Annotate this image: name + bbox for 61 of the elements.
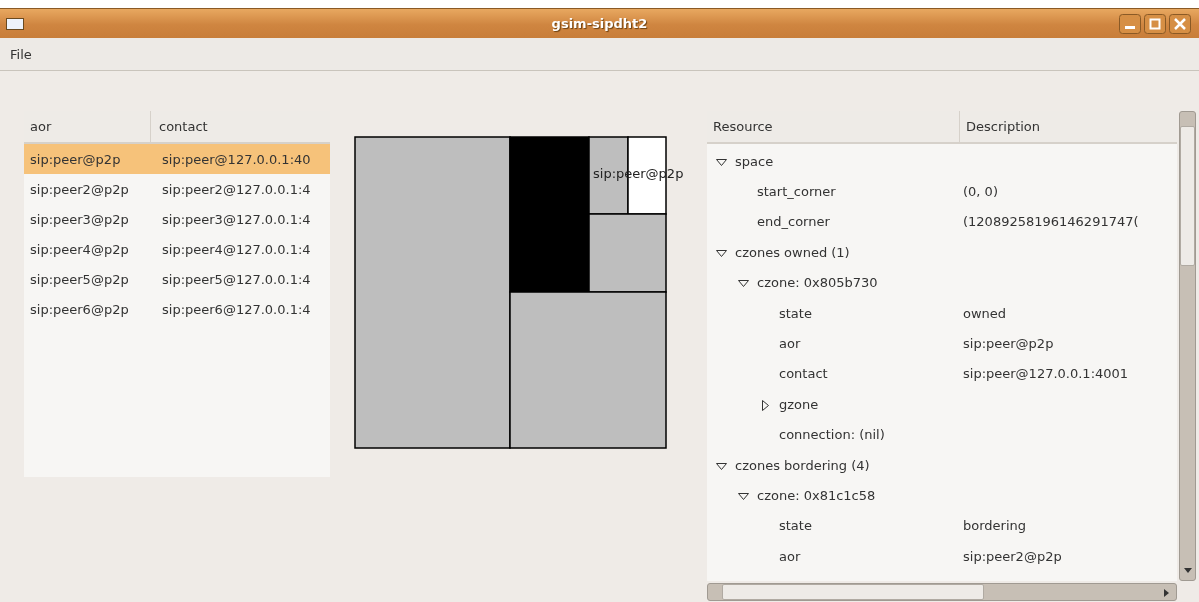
table-cell-text: sip:peer6@p2p (29, 301, 130, 317)
menu-item[interactable]: File (6, 46, 36, 62)
tree-item[interactable]: state (779, 518, 812, 534)
column-header[interactable]: contact (150, 111, 330, 142)
tree-item[interactable]: aor (779, 336, 801, 352)
maximize-button[interactable] (1144, 13, 1166, 34)
tree-cell: (0, 0) (963, 184, 998, 200)
window-title: gsim-sipdht2 (551, 16, 648, 31)
table-row[interactable]: sip:peer5@p2p sip:peer5@127.0.0.1:4 (24, 264, 330, 294)
minimize-button[interactable] (1119, 13, 1141, 34)
tree-item[interactable]: space (735, 153, 774, 169)
close-button[interactable] (1169, 13, 1191, 34)
scrollbar-thumb[interactable] (1180, 126, 1195, 266)
table-row[interactable]: sip:peer3@p2p sip:peer3@127.0.0.1:4 (24, 204, 330, 234)
tree-cell: (12089258196146291747( (963, 214, 1139, 230)
table-cell-text: sip:peer2@p2p (29, 181, 130, 197)
tree-item[interactable]: connection: (nil) (779, 427, 885, 443)
tree-cell: sip:peer@127.0.0.1:4001 (963, 366, 1129, 382)
table-row[interactable]: sip:peer4@p2p sip:peer4@127.0.0.1:4 (24, 234, 330, 264)
table-cell-text: sip:peer@p2p (29, 151, 122, 167)
tree-item[interactable]: contact (779, 366, 828, 382)
tree-item[interactable]: state (779, 305, 812, 321)
expanded-triangle-icon[interactable] (738, 491, 749, 502)
collapsed-triangle-icon[interactable] (760, 399, 771, 411)
expanded-triangle-icon[interactable] (716, 247, 727, 259)
table-cell-text: sip:peer5@p2p (29, 271, 130, 287)
window-icon (6, 17, 24, 30)
table-cell-text: sip:peer@127.0.0.1:40 (161, 151, 312, 167)
table-cell-text: sip:peer4@127.0.0.1:4 (161, 241, 312, 257)
table-row[interactable]: sip:peer@p2p sip:peer@127.0.0.1:40 (24, 144, 330, 174)
tree-item[interactable]: start_corner (757, 184, 836, 200)
scrollbar-thumb[interactable] (722, 584, 984, 600)
expanded-triangle-icon[interactable] (738, 278, 749, 290)
tree-item[interactable]: czone: 0x805b730 (757, 275, 878, 291)
tree-cell: bordering (963, 518, 1027, 534)
tree-item[interactable]: czones owned (1) (735, 244, 850, 260)
table-cell-text: sip:peer4@p2p (29, 241, 130, 257)
tree-item[interactable]: czone: 0x81c1c58 (757, 488, 876, 503)
expanded-triangle-icon[interactable] (716, 156, 727, 168)
table-cell-text: sip:peer2@127.0.0.1:4 (161, 181, 312, 197)
vertical-scrollbar[interactable] (1179, 111, 1196, 581)
tree-item[interactable]: czones bordering (4) (735, 457, 870, 473)
horizontal-scrollbar[interactable] (707, 583, 1177, 601)
tree-item[interactable]: gzone (779, 396, 819, 412)
table-cell-text: sip:peer3@p2p (29, 211, 130, 227)
scroll-right-icon[interactable] (1164, 589, 1170, 597)
table-row[interactable]: sip:peer6@p2p sip:peer6@127.0.0.1:4 (24, 294, 330, 324)
tree-item[interactable]: end_corner (757, 214, 830, 230)
expanded-triangle-icon[interactable] (716, 460, 727, 472)
column-header[interactable]: Description (959, 111, 1177, 142)
table-cell-text: sip:peer3@127.0.0.1:4 (161, 211, 312, 227)
column-header[interactable]: aor (24, 111, 150, 142)
table-cell-text: sip:peer5@127.0.0.1:4 (161, 271, 312, 287)
tree-cell: sip:peer@p2p (963, 336, 1054, 352)
tree-item[interactable]: aor (779, 548, 801, 564)
tree-cell: sip:peer2@p2p (963, 548, 1062, 564)
table-row[interactable]: sip:peer2@p2p sip:peer2@127.0.0.1:4 (24, 174, 330, 204)
scroll-down-icon[interactable] (1184, 568, 1192, 574)
tree-cell: owned (963, 305, 1007, 321)
column-header[interactable]: Resource (707, 111, 959, 142)
table-cell-text: sip:peer6@127.0.0.1:4 (161, 301, 312, 317)
